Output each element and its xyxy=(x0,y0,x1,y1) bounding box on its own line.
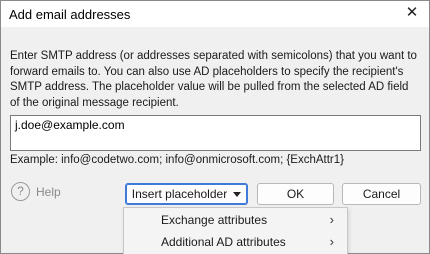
dialog-title: Add email addresses xyxy=(9,7,131,22)
menu-item-additional-ad-attributes[interactable]: Additional AD attributes › xyxy=(124,231,347,253)
submenu-arrow-icon: › xyxy=(329,234,334,249)
insert-placeholder-label: Insert placeholder xyxy=(131,187,228,201)
email-addresses-input[interactable]: j.doe@example.com xyxy=(10,115,421,151)
cancel-button[interactable]: Cancel xyxy=(342,183,421,205)
email-input-value: j.doe@example.com xyxy=(15,118,125,132)
dropdown-caret-icon xyxy=(233,191,242,197)
insert-placeholder-button[interactable]: Insert placeholder xyxy=(125,183,248,205)
menu-item-label: Additional AD attributes xyxy=(161,235,286,249)
submenu-arrow-icon: › xyxy=(329,212,334,227)
instructions-text: Enter SMTP address (or addresses separat… xyxy=(10,50,417,109)
title-bar: Add email addresses ✕ xyxy=(1,1,429,27)
menu-item-exchange-attributes[interactable]: Exchange attributes › xyxy=(124,209,347,231)
help-link[interactable]: ? Help xyxy=(11,182,61,201)
menu-item-label: Exchange attributes xyxy=(161,213,268,227)
example-text: Example: info@codetwo.com; info@onmicros… xyxy=(10,154,344,166)
close-icon[interactable]: ✕ xyxy=(403,4,421,22)
help-label: Help xyxy=(36,184,61,199)
ok-button[interactable]: OK xyxy=(257,183,334,205)
help-icon: ? xyxy=(11,182,30,201)
placeholder-menu: Exchange attributes › Additional AD attr… xyxy=(123,207,348,254)
add-email-dialog: Add email addresses ✕ Enter SMTP address… xyxy=(0,0,430,254)
